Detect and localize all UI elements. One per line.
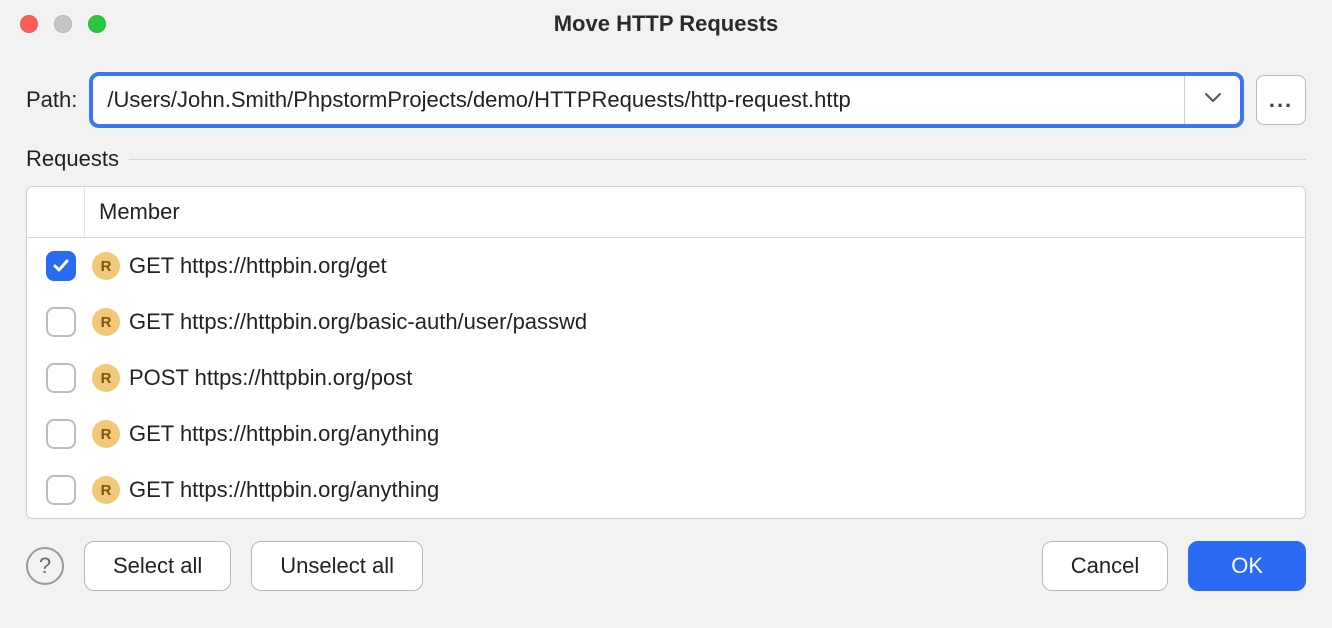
icon-cell: R bbox=[85, 476, 127, 504]
row-checkbox[interactable] bbox=[46, 363, 76, 393]
cancel-button[interactable]: Cancel bbox=[1042, 541, 1168, 591]
request-icon: R bbox=[92, 364, 120, 392]
browse-button[interactable]: ... bbox=[1256, 75, 1306, 125]
table-row[interactable]: R POST https://httpbin.org/post bbox=[27, 350, 1305, 406]
member-label: GET https://httpbin.org/anything bbox=[127, 421, 439, 447]
member-label: GET https://httpbin.org/get bbox=[127, 253, 387, 279]
chevron-down-icon bbox=[1205, 91, 1221, 109]
path-combobox[interactable] bbox=[89, 72, 1244, 128]
help-button[interactable]: ? bbox=[26, 547, 64, 585]
requests-header-row: Requests bbox=[26, 146, 1306, 172]
checkbox-cell bbox=[37, 419, 85, 449]
requests-table: Member R GET https://httpbin.org/get R GET … bbox=[26, 186, 1306, 519]
table-row[interactable]: R GET https://httpbin.org/get bbox=[27, 238, 1305, 294]
member-label: GET https://httpbin.org/anything bbox=[127, 477, 439, 503]
requests-section: Requests Member R GET https://httpbin.org… bbox=[0, 138, 1332, 519]
traffic-lights bbox=[20, 15, 106, 33]
request-icon: R bbox=[92, 420, 120, 448]
dialog-footer: ? Select all Unselect all Cancel OK bbox=[0, 519, 1332, 609]
path-label: Path: bbox=[26, 87, 77, 113]
member-label: GET https://httpbin.org/basic-auth/user/… bbox=[127, 309, 587, 335]
checkbox-cell bbox=[37, 475, 85, 505]
request-icon: R bbox=[92, 476, 120, 504]
row-checkbox[interactable] bbox=[46, 419, 76, 449]
select-all-button[interactable]: Select all bbox=[84, 541, 231, 591]
row-checkbox[interactable] bbox=[46, 475, 76, 505]
window-close-button[interactable] bbox=[20, 15, 38, 33]
window-minimize-button[interactable] bbox=[54, 15, 72, 33]
divider bbox=[129, 159, 1306, 160]
table-row[interactable]: R GET https://httpbin.org/anything bbox=[27, 406, 1305, 462]
checkbox-cell bbox=[37, 307, 85, 337]
table-row[interactable]: R GET https://httpbin.org/basic-auth/user… bbox=[27, 294, 1305, 350]
header-checkbox-col bbox=[27, 187, 85, 237]
table-header: Member bbox=[27, 187, 1305, 238]
unselect-all-button[interactable]: Unselect all bbox=[251, 541, 423, 591]
path-row: Path: ... bbox=[0, 48, 1332, 138]
icon-cell: R bbox=[85, 420, 127, 448]
path-input[interactable] bbox=[93, 76, 1184, 124]
titlebar: Move HTTP Requests bbox=[0, 0, 1332, 48]
checkbox-cell bbox=[37, 363, 85, 393]
icon-cell: R bbox=[85, 308, 127, 336]
ok-button[interactable]: OK bbox=[1188, 541, 1306, 591]
header-member-col: Member bbox=[85, 187, 1305, 237]
window-zoom-button[interactable] bbox=[88, 15, 106, 33]
request-icon: R bbox=[92, 308, 120, 336]
member-label: POST https://httpbin.org/post bbox=[127, 365, 412, 391]
request-icon: R bbox=[92, 252, 120, 280]
icon-cell: R bbox=[85, 364, 127, 392]
checkbox-cell bbox=[37, 251, 85, 281]
icon-cell: R bbox=[85, 252, 127, 280]
table-row[interactable]: R GET https://httpbin.org/anything bbox=[27, 462, 1305, 518]
window-title: Move HTTP Requests bbox=[16, 11, 1316, 37]
row-checkbox[interactable] bbox=[46, 307, 76, 337]
row-checkbox[interactable] bbox=[46, 251, 76, 281]
path-dropdown-toggle[interactable] bbox=[1184, 76, 1240, 124]
requests-section-label: Requests bbox=[26, 146, 119, 172]
